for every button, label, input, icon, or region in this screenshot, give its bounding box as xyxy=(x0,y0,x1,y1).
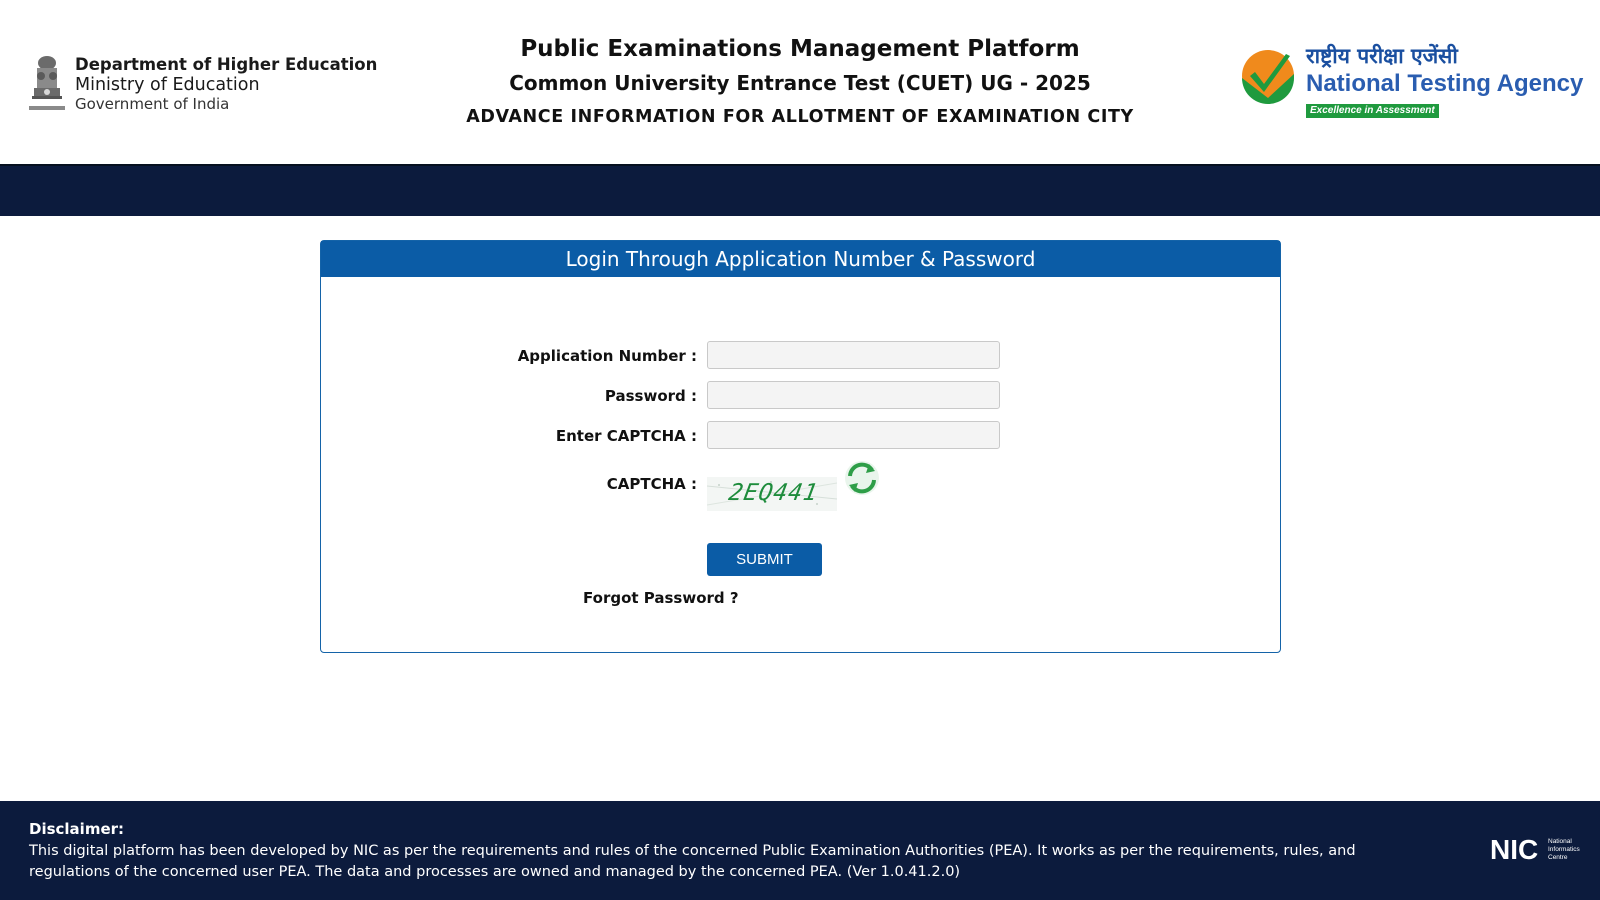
notice-heading: ADVANCE INFORMATION FOR ALLOTMENT OF EXA… xyxy=(466,107,1134,127)
nta-hindi-name: राष्ट्रीय परीक्षा एजेंसी xyxy=(1306,44,1458,68)
application-number-input[interactable] xyxy=(707,341,1000,369)
site-header: Department of Higher Education Ministry … xyxy=(0,0,1600,164)
submit-button[interactable]: SUBMIT xyxy=(707,543,822,576)
title-block: Public Examinations Management Platform … xyxy=(380,32,1220,134)
login-panel: Login Through Application Number & Passw… xyxy=(320,240,1281,653)
refresh-icon[interactable] xyxy=(843,459,881,497)
government-name: Government of India xyxy=(75,95,230,113)
forgot-password-link[interactable]: Forgot Password ? xyxy=(583,589,739,607)
nta-checkmark-logo-icon xyxy=(1242,50,1294,104)
national-emblem-icon xyxy=(29,56,65,110)
navigation-bar xyxy=(0,164,1600,216)
password-label: Password : xyxy=(604,387,697,405)
nta-name: National Testing Agency xyxy=(1306,70,1584,97)
password-input[interactable] xyxy=(707,381,1000,409)
captcha-label: CAPTCHA : xyxy=(606,475,697,493)
nic-logo-letters: NIC xyxy=(1490,834,1538,865)
application-number-label: Application Number : xyxy=(517,347,697,365)
exam-subtitle: Common University Entrance Test (CUET) U… xyxy=(509,71,1091,95)
captcha-image: 2EQ441 xyxy=(707,477,837,511)
ministry-name: Ministry of Education xyxy=(75,75,260,95)
captcha-code: 2EQ441 xyxy=(726,480,821,506)
page-title: Public Examinations Management Platform xyxy=(520,36,1080,62)
site-footer: Disclaimer: This digital platform has be… xyxy=(0,801,1600,900)
nic-logo-caption-3: Centre xyxy=(1548,854,1568,861)
department-name: Department of Higher Education xyxy=(75,55,378,74)
captcha-input[interactable] xyxy=(707,421,1000,449)
nta-tagline: Excellence in Assessment xyxy=(1306,104,1439,118)
nic-logo-caption-1: National xyxy=(1548,838,1572,845)
department-block: Department of Higher Education Ministry … xyxy=(75,55,377,113)
disclaimer-title: Disclaimer: xyxy=(29,820,125,838)
nic-logo-icon: NIC National Informatics Centre xyxy=(1490,834,1581,865)
nta-branding: राष्ट्रीय परीक्षा एजेंसी National Testin… xyxy=(1306,42,1583,118)
disclaimer-text: This digital platform has been developed… xyxy=(29,843,1356,880)
nic-logo-caption-2: Informatics xyxy=(1548,846,1581,853)
enter-captcha-label: Enter CAPTCHA : xyxy=(555,427,697,445)
login-heading: Login Through Application Number & Passw… xyxy=(321,241,1280,277)
